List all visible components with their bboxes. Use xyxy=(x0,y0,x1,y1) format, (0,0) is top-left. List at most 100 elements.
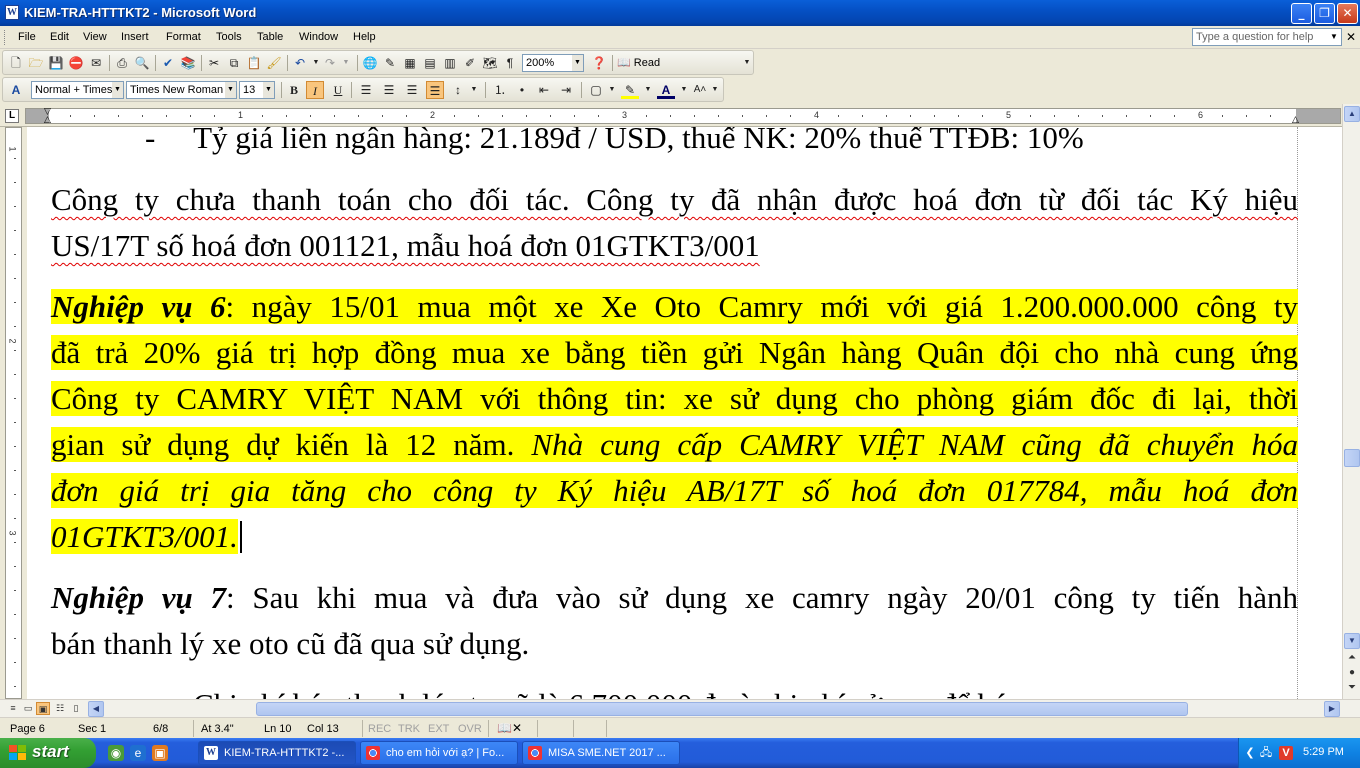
menu-format[interactable]: Format xyxy=(166,31,201,43)
read-button[interactable]: 📖 Read xyxy=(617,54,660,72)
styles-formatting-icon[interactable]: A xyxy=(7,81,25,99)
chevron-down-icon[interactable]: ▼ xyxy=(112,82,123,98)
menu-help[interactable]: Help xyxy=(353,31,376,43)
bold-icon[interactable]: B xyxy=(285,81,303,99)
bullets-icon[interactable]: • xyxy=(513,81,531,99)
align-center-icon[interactable]: ☰ xyxy=(380,81,398,99)
horizontal-scroll-thumb[interactable] xyxy=(256,702,1188,716)
menu-insert[interactable]: Insert xyxy=(121,31,149,43)
start-button[interactable]: start xyxy=(0,738,96,768)
zoom-select[interactable]: 200% ▼ xyxy=(522,54,584,72)
help-question-input[interactable]: Type a question for help ▼ xyxy=(1192,28,1342,46)
select-browse-object-icon[interactable]: ● xyxy=(1346,667,1358,678)
show-hide-icon[interactable]: ¶ xyxy=(501,54,519,72)
format-painter-icon[interactable]: 🖌 xyxy=(265,54,283,72)
vertical-ruler[interactable]: 1 2 3 xyxy=(5,127,22,699)
columns-icon[interactable]: ▥ xyxy=(441,54,459,72)
italic-icon[interactable]: I xyxy=(306,81,324,99)
document-close-icon[interactable]: ✕ xyxy=(1346,30,1356,44)
font-color-icon[interactable]: A xyxy=(657,81,675,99)
vertical-scroll-thumb[interactable] xyxy=(1344,449,1360,467)
web-layout-icon[interactable]: ▭ xyxy=(21,702,35,715)
increase-indent-icon[interactable]: ⇥ xyxy=(557,81,575,99)
chevron-down-icon[interactable]: ▼ xyxy=(1328,30,1340,44)
minimize-button[interactable]: _ xyxy=(1291,3,1312,24)
task-word[interactable]: W KIEM-TRA-HTTTKT2 -... xyxy=(198,741,356,765)
line-spacing-dropdown-icon[interactable]: ▼ xyxy=(465,81,483,99)
paste-icon[interactable]: 📋 xyxy=(245,54,263,72)
insert-excel-icon[interactable]: ▤ xyxy=(421,54,439,72)
title-bar[interactable]: W KIEM-TRA-HTTTKT2 - Microsoft Word _ ❐ … xyxy=(0,0,1360,26)
scroll-up-button[interactable]: ▲ xyxy=(1344,106,1360,122)
font-select[interactable]: Times New Roman ▼ xyxy=(126,81,237,99)
horizontal-scroll-track[interactable]: ◀ ▶ xyxy=(88,701,1342,717)
justify-icon[interactable]: ☰ xyxy=(426,81,444,99)
new-document-icon[interactable]: 🗋 xyxy=(7,54,25,72)
status-trk[interactable]: TRK xyxy=(398,723,420,735)
antivirus-icon[interactable]: V xyxy=(1279,746,1293,760)
status-ovr[interactable]: OVR xyxy=(458,723,482,735)
menu-tools[interactable]: Tools xyxy=(216,31,242,43)
spelling-status-icon[interactable]: 📖✕ xyxy=(497,721,522,735)
highlight-icon[interactable]: ✎ xyxy=(621,81,639,99)
save-icon[interactable]: 💾 xyxy=(47,54,65,72)
chevron-left-icon[interactable]: ❮ xyxy=(1243,746,1257,760)
document-page[interactable]: - Tỷ giá liên ngân hàng: 21.189đ / USD, … xyxy=(27,127,1342,699)
normal-view-icon[interactable]: ≡ xyxy=(6,702,20,715)
redo-dropdown-icon[interactable]: ▼ xyxy=(337,54,355,72)
style-select[interactable]: Normal + Times ▼ xyxy=(31,81,124,99)
scroll-left-button[interactable]: ◀ xyxy=(88,701,104,717)
vertical-scrollbar[interactable]: ▲ ▼ ⏶ ● ⏷ xyxy=(1342,104,1360,699)
underline-icon[interactable]: U xyxy=(329,81,347,99)
cut-icon[interactable]: ✂ xyxy=(205,54,223,72)
tab-selector[interactable]: L xyxy=(5,109,19,123)
menu-view[interactable]: View xyxy=(83,31,107,43)
hyperlink-icon[interactable]: 🌐 xyxy=(361,54,379,72)
grow-font-icon[interactable]: A˄ xyxy=(691,81,709,99)
chrome-quicklaunch-icon[interactable]: ◉ xyxy=(108,745,124,761)
menu-table[interactable]: Table xyxy=(257,31,283,43)
email-icon[interactable]: ✉ xyxy=(87,54,105,72)
drawing-icon[interactable]: ✐ xyxy=(461,54,479,72)
highlight-dropdown-icon[interactable]: ▼ xyxy=(639,81,657,99)
reading-layout-icon[interactable]: ▯ xyxy=(69,702,83,715)
chevron-down-icon[interactable]: ▼ xyxy=(225,82,236,98)
decrease-indent-icon[interactable]: ⇤ xyxy=(535,81,553,99)
toolbar-options-icon[interactable]: ▼ xyxy=(710,81,720,99)
outline-view-icon[interactable]: ☷ xyxy=(53,702,67,715)
next-page-icon[interactable]: ⏷ xyxy=(1346,682,1358,693)
tables-borders-icon[interactable]: ✎ xyxy=(381,54,399,72)
copy-icon[interactable]: ⧉ xyxy=(225,54,243,72)
print-preview-icon[interactable]: 🔍 xyxy=(133,54,151,72)
print-layout-icon[interactable]: ▣ xyxy=(36,702,50,715)
spelling-icon[interactable]: ✔ xyxy=(159,54,177,72)
menu-grip[interactable] xyxy=(4,30,7,45)
permission-icon[interactable]: ⛔ xyxy=(67,54,85,72)
scroll-right-button[interactable]: ▶ xyxy=(1324,701,1340,717)
horizontal-ruler[interactable]: ▽ △ △ 1 2 3 4 5 6 xyxy=(25,106,1341,125)
word-app-icon[interactable]: W xyxy=(5,5,19,20)
help-icon[interactable]: ❓ xyxy=(590,54,608,72)
chevron-down-icon[interactable]: ▼ xyxy=(263,82,274,98)
status-rec[interactable]: REC xyxy=(368,723,391,735)
task-chrome[interactable]: cho em hỏi với ạ? | Fo... xyxy=(360,741,518,765)
align-left-icon[interactable]: ☰ xyxy=(357,81,375,99)
ie-quicklaunch-icon[interactable]: e xyxy=(130,745,146,761)
font-size-select[interactable]: 13 ▼ xyxy=(239,81,275,99)
previous-page-icon[interactable]: ⏶ xyxy=(1346,652,1358,663)
numbering-icon[interactable]: ⒈ xyxy=(491,81,509,99)
chevron-down-icon[interactable]: ▼ xyxy=(572,55,583,71)
research-icon[interactable]: 📚 xyxy=(179,54,197,72)
status-ext[interactable]: EXT xyxy=(428,723,449,735)
menu-file[interactable]: File xyxy=(18,31,36,43)
align-right-icon[interactable]: ☰ xyxy=(403,81,421,99)
left-indent-marker[interactable]: △ xyxy=(44,114,51,125)
open-folder-icon[interactable]: 🗁 xyxy=(27,54,45,72)
toolbar-options-icon[interactable]: ▼ xyxy=(742,54,752,72)
document-map-icon[interactable]: 🗺 xyxy=(481,54,499,72)
network-icon[interactable]: 🖧 xyxy=(1259,746,1273,760)
close-button[interactable]: ✕ xyxy=(1337,3,1358,24)
right-indent-marker[interactable]: △ xyxy=(1292,114,1299,125)
task-chrome-misa[interactable]: MISA SME.NET 2017 ... xyxy=(522,741,680,765)
print-icon[interactable]: ⎙ xyxy=(113,54,131,72)
